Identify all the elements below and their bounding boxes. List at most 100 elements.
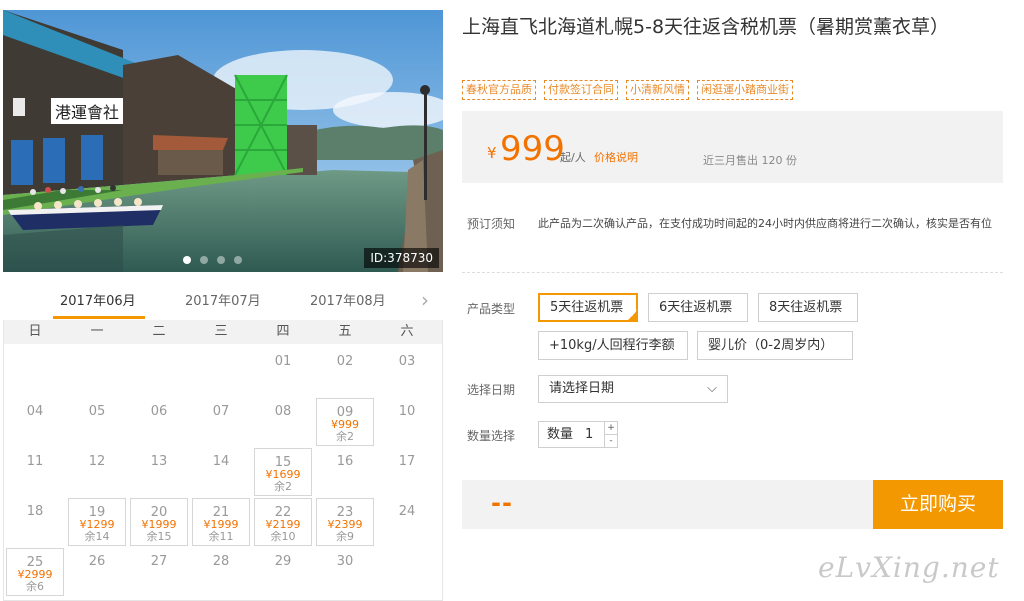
buy-now-button[interactable]: 立即购买 — [873, 480, 1003, 529]
calendar-day: 29 — [254, 548, 312, 596]
day-number: 12 — [88, 454, 106, 469]
day-number: 18 — [26, 504, 44, 519]
active-month-underline — [53, 316, 145, 319]
sold-count: 近三月售出 120 份 — [703, 154, 797, 167]
day-number: 04 — [26, 404, 44, 419]
calendar-day: 06 — [130, 398, 188, 446]
weekday-label: 五 — [338, 324, 352, 339]
tab-month-june[interactable]: 2017年06月 — [60, 290, 136, 309]
feature-tag: 闲逛運小踏商业街 — [697, 80, 793, 100]
calendar-day: 17 — [378, 448, 436, 496]
calendar-day: 30 — [316, 548, 374, 596]
day-number: 08 — [274, 404, 292, 419]
day-number: 03 — [398, 354, 416, 369]
total-price: -- — [491, 489, 513, 517]
increment-button[interactable]: + — [604, 422, 617, 435]
day-number: 14 — [212, 454, 230, 469]
tab-month-july[interactable]: 2017年07月 — [185, 290, 261, 309]
month-tabs: 2017年06月 2017年07月 2017年08月 › — [3, 288, 443, 320]
calendar-day: 28 — [192, 548, 250, 596]
option-label: 婴儿价（0-2周岁内） — [708, 338, 834, 353]
calendar-day[interactable]: 21 ¥1999 余11 — [192, 498, 250, 546]
quantity-stepper[interactable]: 数量 1 + - — [538, 421, 618, 448]
option-label: +10kg/人回程行李额 — [549, 338, 675, 353]
day-number: 02 — [336, 354, 354, 369]
day-number: 16 — [336, 454, 354, 469]
calendar-day[interactable]: 20 ¥1999 余15 — [130, 498, 188, 546]
calendar-day[interactable]: 22 ¥2199 余10 — [254, 498, 312, 546]
calendar-day: 08 — [254, 398, 312, 446]
day-remaining: 余15 — [146, 530, 172, 543]
carousel-dot[interactable] — [200, 256, 208, 264]
day-remaining: 余11 — [208, 530, 234, 543]
option-label: 5天往返机票 — [550, 300, 624, 315]
day-remaining: 余2 — [336, 430, 354, 443]
product-tags: 春秋官方品质 付款签订合同 小清新风情 闲逛運小踏商业街 — [462, 80, 793, 100]
price-box: ¥ 999 起/人 价格说明 近三月售出 120 份 — [462, 111, 1003, 183]
product-photo-carousel[interactable]: 港運會社 ID:378730 — [3, 10, 443, 272]
weekday-label: 日 — [28, 324, 42, 339]
day-number: 29 — [274, 554, 292, 569]
calendar-day: 01 — [254, 348, 312, 396]
carousel-dots — [183, 256, 242, 264]
calendar-day: 24 — [378, 498, 436, 546]
calendar-day: 11 — [6, 448, 64, 496]
calendar-day: 02 — [316, 348, 374, 396]
divider — [462, 272, 1003, 273]
product-type-label: 产品类型 — [467, 302, 516, 316]
date-select-placeholder: 请选择日期 — [549, 381, 615, 396]
option-label: 8天往返机票 — [769, 300, 843, 315]
day-number: 10 — [398, 404, 416, 419]
option-5-day-ticket[interactable]: 5天往返机票 — [538, 293, 638, 325]
option-label: 6天往返机票 — [659, 300, 733, 315]
weekday-label: 六 — [400, 324, 414, 339]
site-watermark: eLvXing.net — [818, 551, 1000, 584]
calendar-day: 12 — [68, 448, 126, 496]
carousel-dot[interactable] — [183, 256, 191, 264]
buy-bar: -- 立即购买 — [462, 480, 1003, 529]
option-extra-baggage[interactable]: +10kg/人回程行李额 — [538, 331, 688, 360]
weekday-label: 一 — [90, 324, 104, 339]
calendar-day: 07 — [192, 398, 250, 446]
day-number: 01 — [274, 354, 292, 369]
calendar-day[interactable]: 23 ¥2399 余9 — [316, 498, 374, 546]
day-number: 27 — [150, 554, 168, 569]
date-label: 选择日期 — [467, 383, 516, 397]
calendar-day: 13 — [130, 448, 188, 496]
carousel-dot[interactable] — [234, 256, 242, 264]
decrement-button[interactable]: - — [604, 435, 617, 448]
quantity-value: 1 — [585, 427, 594, 442]
calendar-day[interactable]: 09 ¥999 余2 — [316, 398, 374, 446]
day-number: 06 — [150, 404, 168, 419]
carousel-dot[interactable] — [217, 256, 225, 264]
tab-month-august[interactable]: 2017年08月 — [310, 290, 386, 309]
quantity-prefix: 数量 — [547, 427, 574, 442]
day-remaining: 余6 — [26, 580, 44, 593]
day-number: 30 — [336, 554, 354, 569]
option-8-day-ticket[interactable]: 8天往返机票 — [758, 293, 858, 322]
date-select[interactable]: 请选择日期 ⌵ — [538, 375, 728, 403]
day-number: 26 — [88, 554, 106, 569]
weekday-label: 四 — [276, 324, 290, 339]
option-6-day-ticket[interactable]: 6天往返机票 — [648, 293, 748, 322]
day-number: 05 — [88, 404, 106, 419]
option-infant-price[interactable]: 婴儿价（0-2周岁内） — [697, 331, 853, 360]
feature-tag: 付款签订合同 — [544, 80, 618, 100]
weekday-label: 三 — [214, 324, 228, 339]
calendar-day[interactable]: 25 ¥2999 余6 — [6, 548, 64, 596]
calendar-day: 18 — [6, 498, 64, 546]
day-remaining: 余14 — [84, 530, 110, 543]
product-title: 上海直飞北海道札幌5-8天往返含税机票（暑期赏薰衣草） — [462, 16, 950, 38]
price-info-link[interactable]: 价格说明 — [594, 149, 638, 165]
svg-text:港運會社: 港運會社 — [55, 103, 119, 122]
calendar-day[interactable]: 15 ¥1699 余2 — [254, 448, 312, 496]
day-remaining: 余2 — [274, 480, 292, 493]
day-number: 17 — [398, 454, 416, 469]
calendar-day: 26 — [68, 548, 126, 596]
warehouse-sign: 港運會社 — [51, 98, 125, 124]
day-remaining: 余10 — [270, 530, 296, 543]
chevron-right-icon[interactable]: › — [421, 288, 429, 312]
calendar-day: 03 — [378, 348, 436, 396]
calendar-day[interactable]: 19 ¥1299 余14 — [68, 498, 126, 546]
calendar-day: 05 — [68, 398, 126, 446]
